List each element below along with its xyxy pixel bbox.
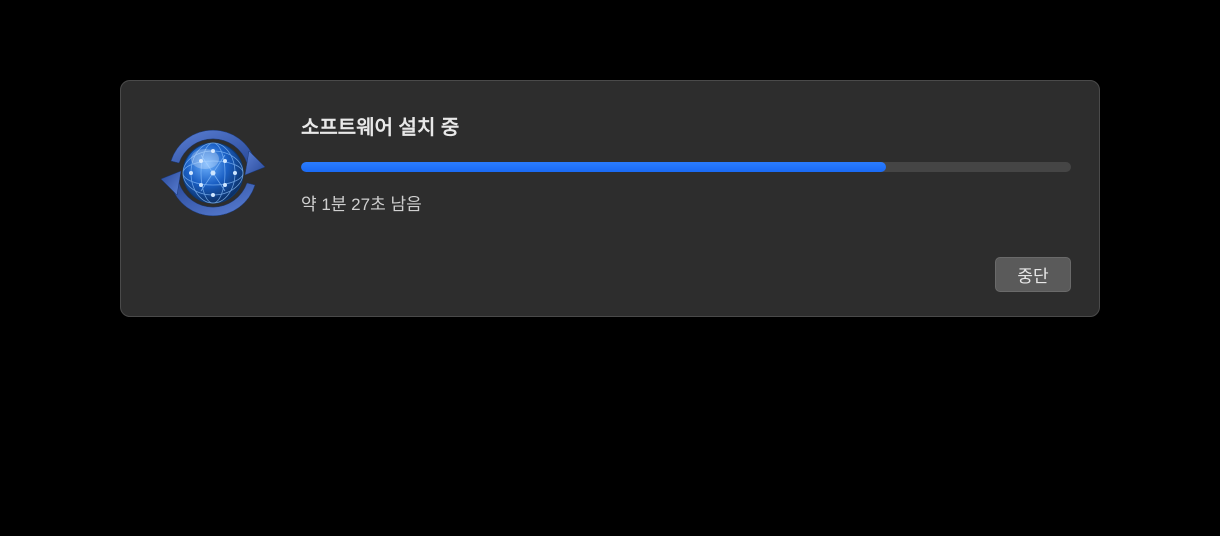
software-update-icon — [153, 113, 273, 233]
progress-fill — [301, 162, 886, 172]
progress-bar — [301, 162, 1071, 172]
time-remaining-label: 약 1분 27초 남음 — [301, 190, 1071, 215]
dialog-content: 소프트웨어 설치 중 약 1분 27초 남음 — [149, 107, 1071, 233]
stop-button[interactable]: 중단 — [995, 257, 1071, 292]
dialog-main: 소프트웨어 설치 중 약 1분 27초 남음 — [301, 107, 1071, 215]
install-dialog: 소프트웨어 설치 중 약 1분 27초 남음 중단 — [120, 80, 1100, 317]
dialog-title: 소프트웨어 설치 중 — [301, 111, 1071, 140]
button-row: 중단 — [149, 257, 1071, 292]
